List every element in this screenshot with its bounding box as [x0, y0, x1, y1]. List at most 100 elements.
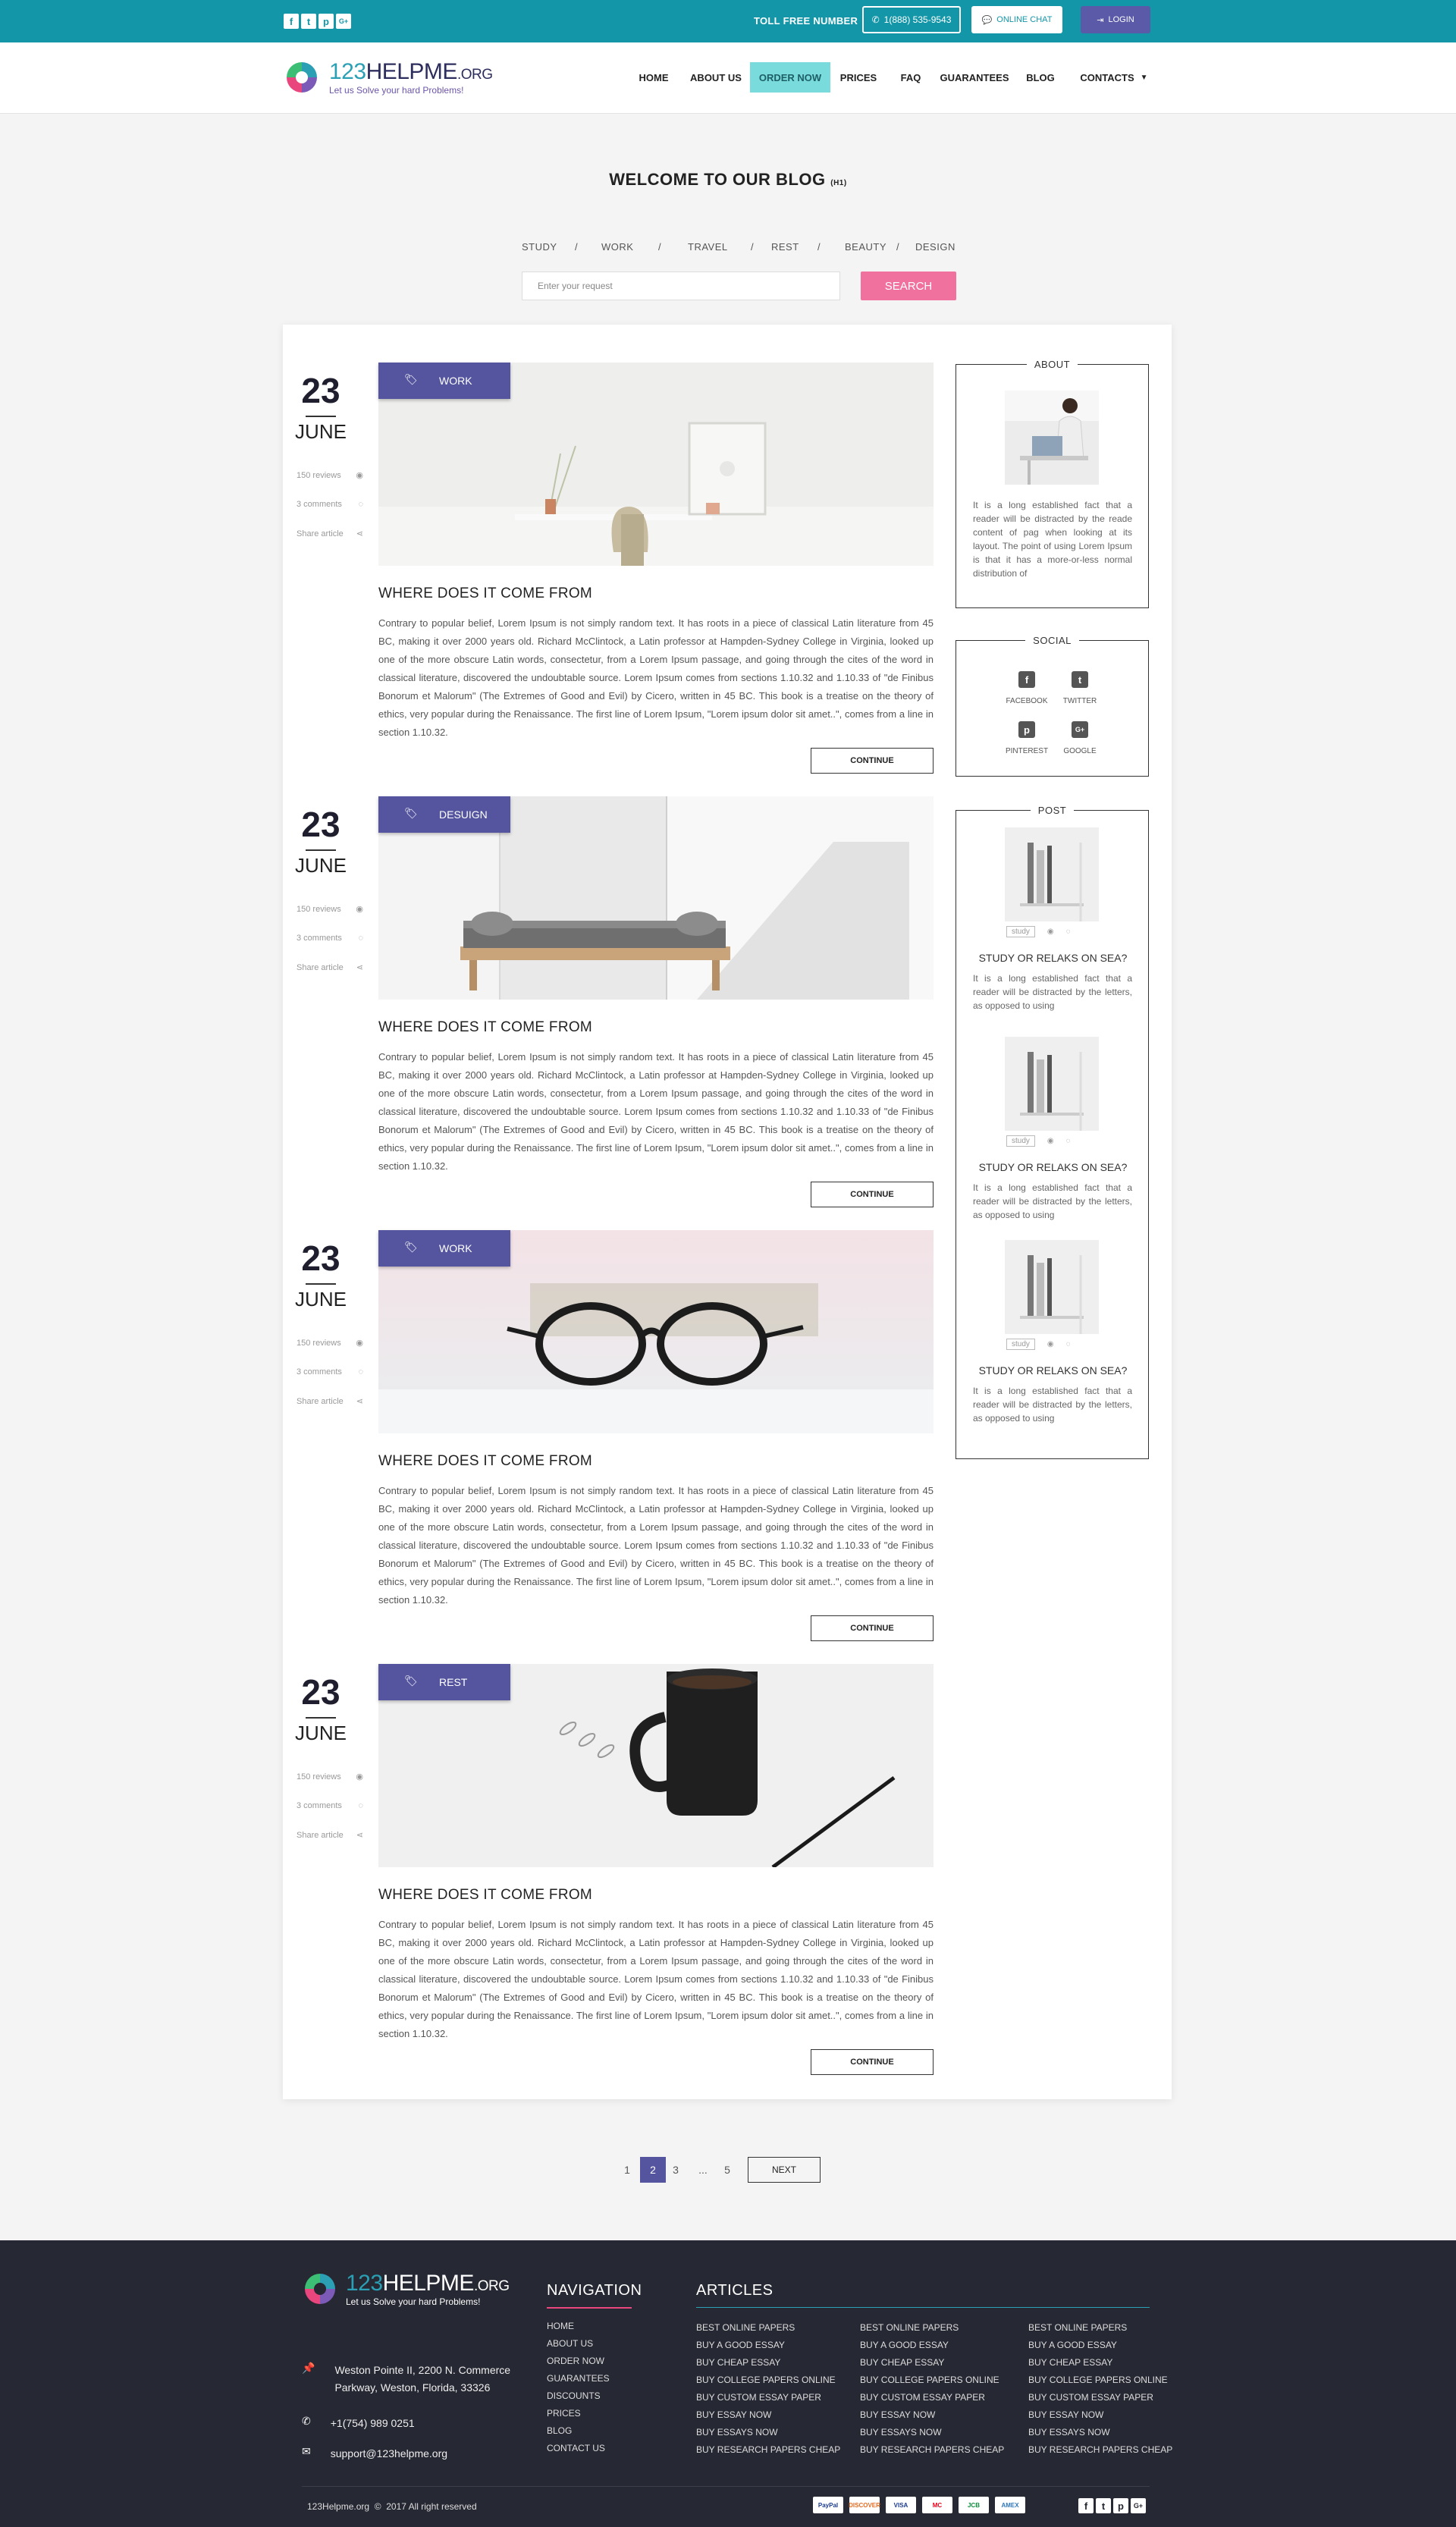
post-comments[interactable]: 3 comments ◌ — [297, 1801, 363, 1810]
article-link[interactable]: BUY CUSTOM ESSAY PAPER — [1028, 2392, 1153, 2403]
footer-link-blog[interactable]: BLOG — [547, 2425, 572, 2436]
article-link[interactable]: BUY RESEARCH PAPERS CHEAP — [860, 2444, 1004, 2455]
next-page-button[interactable]: NEXT — [748, 2157, 821, 2183]
facebook-icon[interactable]: f — [284, 14, 299, 29]
nav-about-us[interactable]: ABOUT US — [686, 62, 746, 93]
nav-guarantees[interactable]: GUARANTEES — [934, 62, 1015, 93]
post-tag[interactable]: 🏷 REST — [378, 1664, 510, 1700]
article-link[interactable]: BUY ESSAYS NOW — [860, 2427, 942, 2438]
search-input[interactable]: Enter your request — [522, 272, 840, 300]
twitter-icon[interactable]: t — [1096, 2498, 1111, 2513]
nav-home[interactable]: HOME — [631, 62, 676, 93]
category-rest[interactable]: REST — [771, 241, 799, 253]
footer-link-home[interactable]: HOME — [547, 2321, 574, 2331]
continue-button[interactable]: CONTINUE — [811, 1182, 934, 1207]
social-pinterest[interactable]: p PINTEREST — [1000, 721, 1053, 755]
facebook-icon[interactable]: f — [1078, 2498, 1094, 2513]
article-link[interactable]: BEST ONLINE PAPERS — [696, 2322, 795, 2333]
sidebar-post[interactable]: study ◉ ◌ STUDY OR RELAKS ON SEA? It is … — [956, 1037, 1150, 1234]
category-travel[interactable]: TRAVEL — [688, 241, 728, 253]
article-link[interactable]: BUY CUSTOM ESSAY PAPER — [860, 2392, 985, 2403]
page-5[interactable]: 5 — [716, 2157, 739, 2183]
phone-button[interactable]: ✆ 1(888) 535-9543 — [862, 6, 961, 33]
nav-faq[interactable]: FAQ — [893, 62, 928, 93]
article-link[interactable]: BUY RESEARCH PAPERS CHEAP — [1028, 2444, 1172, 2455]
article-link[interactable]: BUY A GOOD ESSAY — [696, 2340, 785, 2350]
category-design[interactable]: DESIGN — [915, 241, 956, 253]
sidebar-post-title[interactable]: STUDY OR RELAKS ON SEA? — [956, 1364, 1150, 1377]
nav-prices[interactable]: PRICES — [836, 62, 881, 93]
search-button[interactable]: SEARCH — [861, 272, 956, 300]
post-title[interactable]: WHERE DOES IT COME FROM — [378, 585, 592, 602]
footer-link-prices[interactable]: PRICES — [547, 2408, 581, 2419]
nav-order-now[interactable]: ORDER NOW — [750, 62, 830, 93]
sidebar-post-title[interactable]: STUDY OR RELAKS ON SEA? — [956, 1161, 1150, 1173]
article-link[interactable]: BUY ESSAY NOW — [1028, 2409, 1103, 2420]
article-link[interactable]: BUY COLLEGE PAPERS ONLINE — [696, 2375, 836, 2385]
article-link[interactable]: BUY COLLEGE PAPERS ONLINE — [1028, 2375, 1168, 2385]
post-tag[interactable]: 🏷 WORK — [378, 363, 510, 399]
online-chat-button[interactable]: 💬 ONLINE CHAT — [971, 6, 1062, 33]
twitter-icon[interactable]: t — [301, 14, 316, 29]
social-facebook[interactable]: f FACEBOOK — [1000, 671, 1053, 705]
login-button[interactable]: ⇥ LOGIN — [1081, 6, 1150, 33]
article-link[interactable]: BUY CHEAP ESSAY — [1028, 2357, 1112, 2368]
article-link[interactable]: BUY RESEARCH PAPERS CHEAP — [696, 2444, 840, 2455]
footer-link-guarantees[interactable]: GUARANTEES — [547, 2373, 610, 2384]
article-link[interactable]: BUY ESSAYS NOW — [1028, 2427, 1110, 2438]
continue-button[interactable]: CONTINUE — [811, 2049, 934, 2075]
article-link[interactable]: BUY CHEAP ESSAY — [696, 2357, 780, 2368]
article-link[interactable]: BEST ONLINE PAPERS — [860, 2322, 959, 2333]
footer-phone[interactable]: ✆ +1(754) 989 0251 — [302, 2415, 415, 2432]
article-link[interactable]: BUY ESSAY NOW — [860, 2409, 935, 2420]
article-link[interactable]: BUY ESSAYS NOW — [696, 2427, 778, 2438]
article-link[interactable]: BUY CHEAP ESSAY — [860, 2357, 944, 2368]
sidebar-post-tag[interactable]: study — [1006, 1339, 1035, 1350]
post-share[interactable]: Share article ⋖ — [297, 529, 363, 539]
article-link[interactable]: BUY COLLEGE PAPERS ONLINE — [860, 2375, 999, 2385]
post-comments[interactable]: 3 comments ◌ — [297, 500, 363, 509]
footer-link-contact[interactable]: CONTACT US — [547, 2443, 605, 2453]
sidebar-post-title[interactable]: STUDY OR RELAKS ON SEA? — [956, 952, 1150, 964]
page-2-current[interactable]: 2 — [640, 2157, 666, 2183]
footer-link-about[interactable]: ABOUT US — [547, 2338, 593, 2349]
google-plus-icon[interactable]: G+ — [1131, 2498, 1146, 2513]
page-3[interactable]: 3 — [664, 2157, 687, 2183]
post-share[interactable]: Share article ⋖ — [297, 1396, 363, 1407]
nav-blog[interactable]: BLOG — [1019, 62, 1062, 93]
post-tag[interactable]: 🏷 DESUIGN — [378, 796, 510, 833]
post-comments[interactable]: 3 comments ◌ — [297, 1367, 363, 1377]
article-link[interactable]: BUY ESSAY NOW — [696, 2409, 771, 2420]
category-study[interactable]: STUDY — [522, 241, 557, 253]
social-google[interactable]: G+ GOOGLE — [1053, 721, 1106, 755]
continue-button[interactable]: CONTINUE — [811, 1615, 934, 1641]
post-comments[interactable]: 3 comments ◌ — [297, 934, 363, 943]
page-1[interactable]: 1 — [616, 2157, 639, 2183]
footer-link-discounts[interactable]: DISCOUNTS — [547, 2390, 601, 2401]
footer-logo[interactable]: 123HELPME.ORG Let us Solve your hard Pro… — [302, 2271, 510, 2307]
category-work[interactable]: WORK — [601, 241, 633, 253]
sidebar-post[interactable]: study ◉ ◌ STUDY OR RELAKS ON SEA? It is … — [956, 827, 1150, 1025]
article-link[interactable]: BUY A GOOD ESSAY — [1028, 2340, 1117, 2350]
post-title[interactable]: WHERE DOES IT COME FROM — [378, 1019, 592, 1036]
article-link[interactable]: BEST ONLINE PAPERS — [1028, 2322, 1127, 2333]
article-link[interactable]: BUY CUSTOM ESSAY PAPER — [696, 2392, 821, 2403]
pinterest-icon[interactable]: p — [318, 14, 334, 29]
sidebar-post[interactable]: study ◉ ◌ STUDY OR RELAKS ON SEA? It is … — [956, 1240, 1150, 1437]
post-tag[interactable]: 🏷 WORK — [378, 1230, 510, 1267]
sidebar-post-tag[interactable]: study — [1006, 926, 1035, 937]
pinterest-icon[interactable]: p — [1113, 2498, 1128, 2513]
sidebar-post-tag[interactable]: study — [1006, 1135, 1035, 1147]
post-title[interactable]: WHERE DOES IT COME FROM — [378, 1887, 592, 1904]
article-link[interactable]: BUY A GOOD ESSAY — [860, 2340, 949, 2350]
post-title[interactable]: WHERE DOES IT COME FROM — [378, 1453, 592, 1470]
footer-email[interactable]: ✉ support@123helpme.org — [302, 2445, 447, 2463]
social-twitter[interactable]: t TWITTER — [1053, 671, 1106, 705]
post-share[interactable]: Share article ⋖ — [297, 962, 363, 973]
nav-contacts[interactable]: CONTACTS ▼ — [1072, 62, 1156, 93]
post-share[interactable]: Share article ⋖ — [297, 1830, 363, 1841]
footer-link-order[interactable]: ORDER NOW — [547, 2356, 604, 2366]
continue-button[interactable]: CONTINUE — [811, 748, 934, 774]
google-plus-icon[interactable]: G+ — [336, 14, 351, 29]
category-beauty[interactable]: BEAUTY — [845, 241, 886, 253]
